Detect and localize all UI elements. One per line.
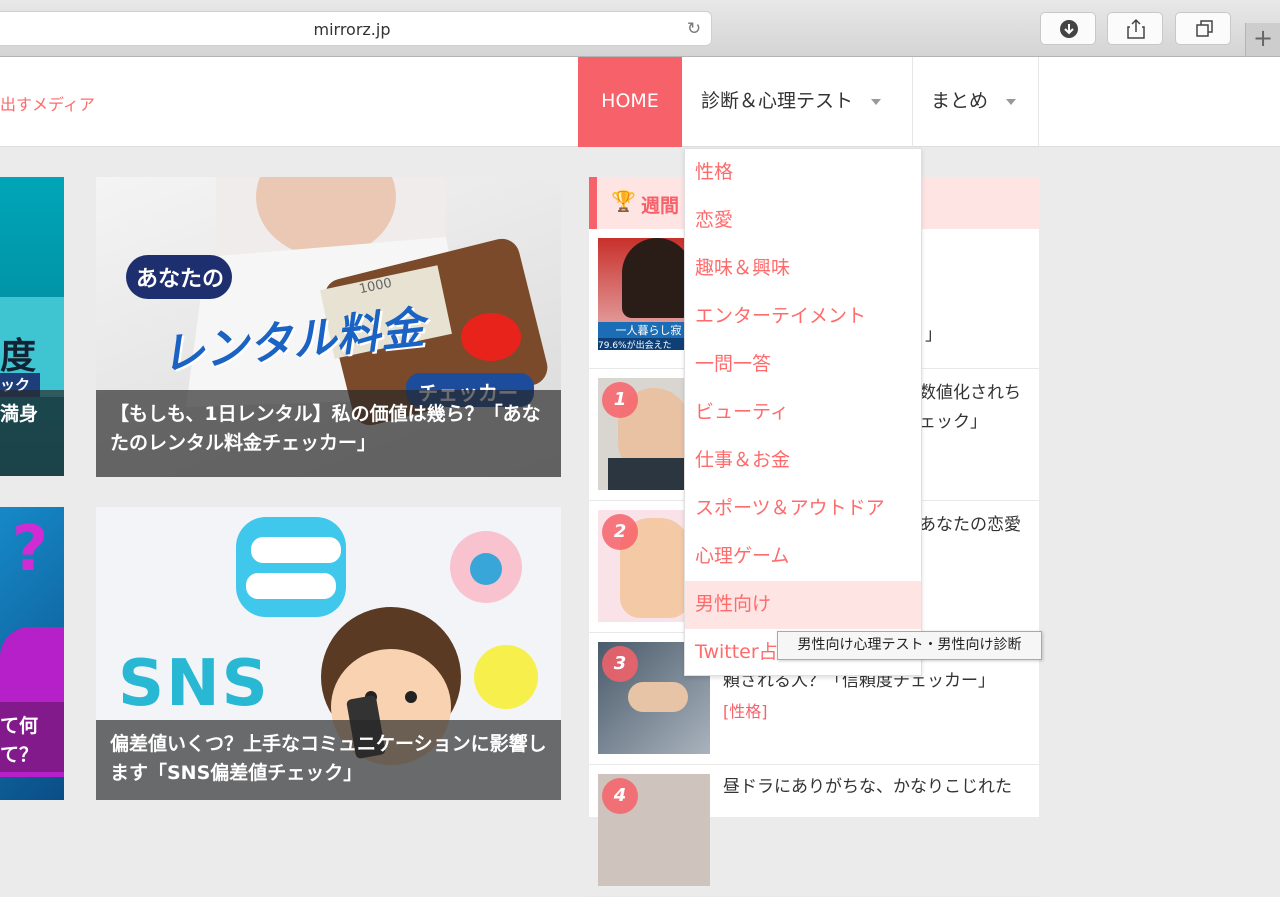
menu-item-shigoto[interactable]: 仕事＆お金 [685,437,921,485]
nav-matome-label: まとめ [931,90,989,112]
article-card[interactable]: ? て何 て？ [0,507,64,800]
menu-item-shinri-game[interactable]: 心理ゲーム [685,533,921,581]
card-art-title: SNS [118,647,270,721]
browser-toolbar: mirrorz.jp ↻ + [0,0,1280,57]
reload-icon[interactable]: ↻ [683,18,705,40]
rank-badge: 1 [602,382,638,418]
tooltip: 男性向け心理テスト・男性向け診断 [777,631,1042,660]
chevron-down-icon [1006,98,1017,105]
rank-badge: 3 [602,646,638,682]
trophy-icon: 🏆 [611,189,636,213]
nav-shindan-label: 診断＆心理テスト [701,90,854,112]
card-caption: 【もしも、1日レンタル】私の価値は幾ら？「あなたのレンタル料金チェッカー」 [96,390,561,477]
ranking-text: 昼ドラにありがちな、かなりこじれた [723,777,1012,797]
dropdown-menu: 性格 恋愛 趣味＆興味 エンターテイメント 一問一答 ビューティ 仕事＆お金 ス… [684,148,922,676]
ranking-row[interactable]: 4 昼ドラにありがちな、かなりこじれた [589,765,1039,897]
article-card[interactable]: SNS 偏差値いくつ？上手なコミュニケーションに影響します「SNS偏差値チェック… [96,507,561,800]
card-caption-text: 満身 [0,403,39,425]
site-tagline[interactable]: 出すメディア [0,91,95,115]
card-caption-line: て？ [0,744,39,766]
card-art-bubble: あなたの [136,267,225,292]
menu-item-sports[interactable]: スポーツ＆アウトドア [685,485,921,533]
tabs-icon [1196,20,1213,37]
nav-shindan[interactable]: 診断＆心理テスト [683,57,913,147]
downloads-button[interactable] [1040,12,1096,45]
rank-badge: 4 [602,778,638,814]
card-caption: 偏差値いくつ？上手なコミュニケーションに影響します「SNS偏差値チェック」 [96,720,561,800]
tabs-overview-button[interactable] [1175,12,1231,45]
menu-item-dansei[interactable]: 男性向け [685,581,921,629]
card-caption-line: て何 [0,715,39,737]
nav-matome[interactable]: まとめ [913,57,1039,147]
menu-item-beauty[interactable]: ビューティ [685,389,921,437]
menu-item-ichimon-itto[interactable]: 一問一答 [685,341,921,389]
question-mark-icon: ? [12,512,48,585]
menu-item-shumi[interactable]: 趣味＆興味 [685,245,921,293]
share-icon [1127,18,1145,39]
rank-badge: 2 [602,514,638,550]
ranking-text: 」 [925,325,942,345]
new-tab-button[interactable]: + [1245,23,1280,56]
share-button[interactable] [1107,12,1163,45]
menu-item-entertainment[interactable]: エンターテイメント [685,293,921,341]
ranking-text-line: 数値化されち [919,383,1021,403]
ranking-tag[interactable]: [性格] [723,697,1033,726]
url-text: mirrorz.jp [313,20,391,39]
ranking-text: あなたの恋愛 [919,515,1021,535]
ranking-title: 週間 [641,195,680,217]
menu-item-seikaku[interactable]: 性格 [685,149,921,197]
address-bar[interactable]: mirrorz.jp ↻ [0,11,712,46]
ranking-text: 数値化されち ェック」 [919,379,1229,437]
chevron-down-icon [871,98,882,105]
card-caption: て何 て？ [0,702,64,772]
card-art-glyph: 度 [0,336,37,377]
ranking-thumb: 4 [598,774,710,886]
menu-item-renai[interactable]: 恋愛 [685,197,921,245]
ranking-text-line: ェック」 [919,412,987,432]
thumb-art [622,238,692,318]
article-card[interactable]: 1000 あなたの レンタル料金 チェッカー 【もしも、1日レンタル】私の価値は… [96,177,561,477]
article-card[interactable]: 度 ック 満身 [0,177,64,476]
thumb-art [628,682,688,712]
card-caption: 満身 [0,390,64,476]
site-header: 出すメディア HOME 診断＆心理テスト まとめ [0,57,1280,147]
nav-home[interactable]: HOME [578,57,682,147]
download-icon [1060,20,1078,38]
